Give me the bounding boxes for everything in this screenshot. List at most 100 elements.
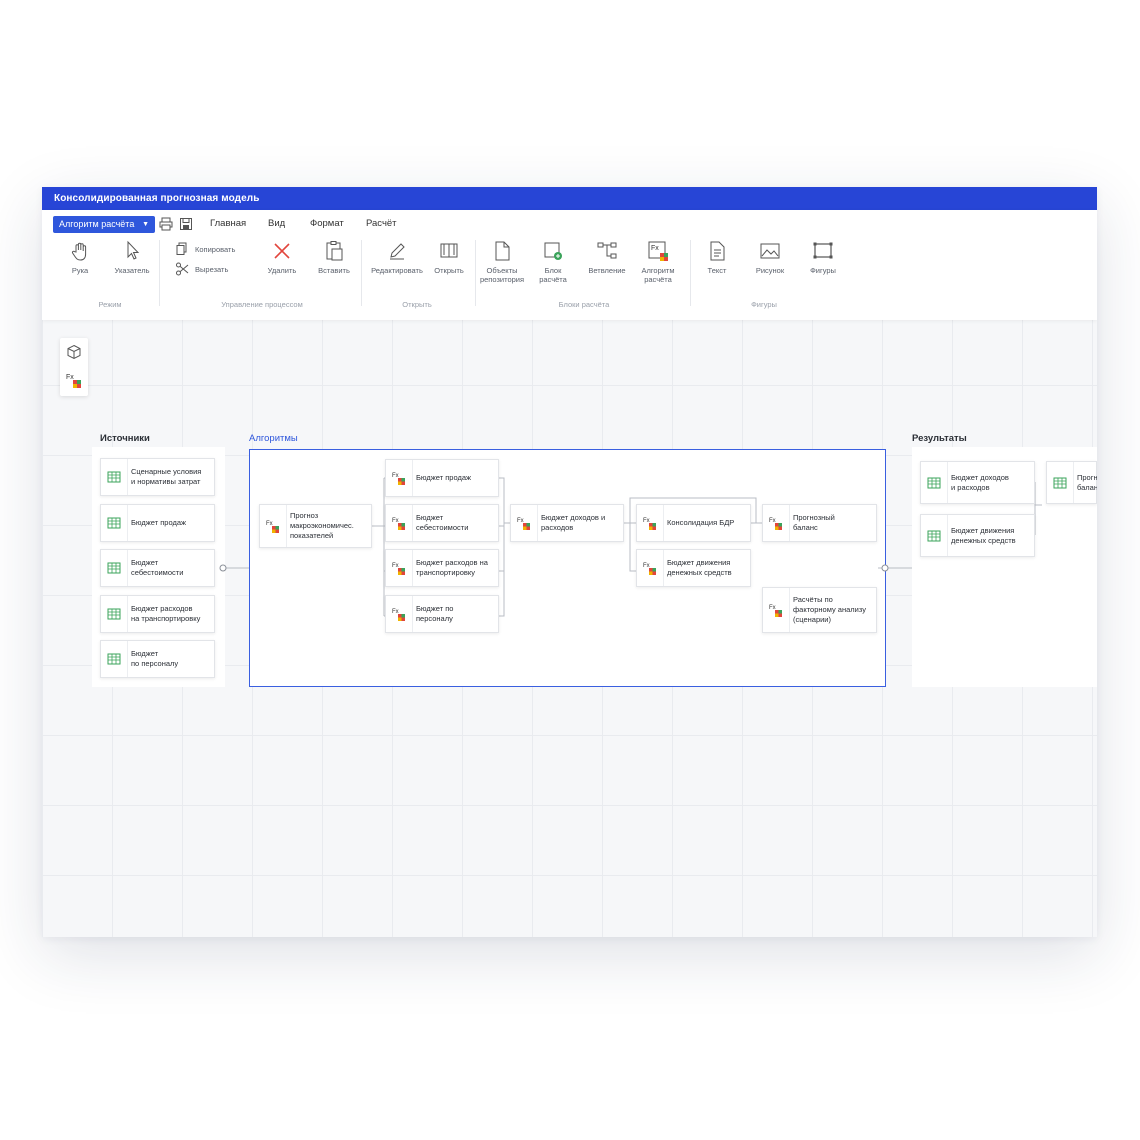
algorithm-node[interactable]: Fx Прогнозный баланс <box>762 504 877 542</box>
copy-tool[interactable]: Копировать <box>175 242 235 256</box>
branching-label: Ветвление <box>588 266 626 275</box>
group-mode-label: Режим <box>98 300 122 309</box>
group-open-label: Открыть <box>402 300 432 309</box>
algorithm-node[interactable]: Fx Консолидация БДР <box>636 504 751 542</box>
algorithm-dropdown[interactable]: Алгоритм расчёта ▼ <box>53 216 155 233</box>
cut-label: Вырезать <box>195 264 229 274</box>
menu-view[interactable]: Вид <box>268 218 285 229</box>
source-node[interactable]: Бюджет расходов на транспортировку <box>100 595 215 633</box>
node-label-line: и расходов <box>951 482 990 492</box>
cube-icon[interactable] <box>66 344 82 360</box>
source-node[interactable]: Бюджет себестоимости <box>100 549 215 587</box>
node-label: Прогноз макроэкономичес. показателей <box>290 511 367 541</box>
copy-icon <box>176 242 187 255</box>
node-label-line: Бюджет продаж <box>416 473 472 482</box>
node-label-line: Прогноз <box>290 511 319 520</box>
source-node[interactable]: Бюджет продаж <box>100 504 215 542</box>
group-shapes-label: Фигуры <box>751 300 777 309</box>
node-label: Бюджет движения денежных средств <box>667 558 746 578</box>
open-tool[interactable]: Открыть <box>419 240 479 275</box>
algorithm-node[interactable]: Fx Расчёты по факторному анализу (сценарии) <box>762 587 877 633</box>
fx-algorithm-icon: Fx <box>386 596 413 632</box>
algorithm-node[interactable]: Fx Прогноз макроэкономичес. показателей <box>259 504 372 548</box>
calc-algo-label-2: расчёта <box>644 275 672 284</box>
table-icon <box>101 550 128 586</box>
node-label-line: на транспортировку <box>131 614 201 623</box>
branch-icon <box>597 242 617 259</box>
save-icon[interactable] <box>179 217 193 231</box>
node-label: Расчёты по факторному анализу (сценарии) <box>793 595 872 625</box>
fx-algorithm-icon: Fx <box>763 505 790 541</box>
algorithm-node[interactable]: Fx Бюджет по персоналу <box>385 595 499 633</box>
algorithm-node[interactable]: Fx Бюджет продаж <box>385 459 499 497</box>
repo-objects-label-1: Объекты <box>486 266 518 275</box>
pencil-icon <box>390 243 405 260</box>
node-label-line: факторному анализу <box>793 605 866 614</box>
node-label-line: Бюджет продаж <box>131 518 187 527</box>
picture-tool[interactable]: Рисунок <box>740 240 800 275</box>
node-label: Прогн балан <box>1077 473 1097 493</box>
svg-text:Fx: Fx <box>392 563 399 569</box>
algorithms-frame[interactable] <box>249 449 886 687</box>
shapes-tool[interactable]: Фигуры <box>793 240 853 275</box>
algorithm-node[interactable]: Fx Бюджет расходов на транспортировку <box>385 549 499 587</box>
delete-tool[interactable]: Удалить <box>252 240 312 275</box>
delete-x-icon <box>274 243 290 259</box>
node-label: Бюджет по персоналу <box>131 649 210 669</box>
result-node[interactable]: Бюджет движения денежных средств <box>920 514 1035 557</box>
calc-block-tool[interactable]: Блок расчёта <box>523 240 583 284</box>
node-label-line: Бюджет доходов и <box>541 513 606 522</box>
hand-label: Рука <box>71 266 89 275</box>
cut-tool[interactable]: Вырезать <box>175 262 228 276</box>
image-icon <box>760 243 780 259</box>
paste-tool[interactable]: Вставить <box>304 240 364 275</box>
svg-text:Fx: Fx <box>392 473 399 479</box>
menu-row: Алгоритм расчёта ▼ Главная Вид Формат Ра… <box>42 216 1097 234</box>
node-label: Сценарные условия и нормативы затрат <box>131 467 210 487</box>
group-calc-blocks-label: Блоки расчёта <box>558 300 610 309</box>
svg-text:Fx: Fx <box>266 521 273 527</box>
app-window: Консолидированная прогнозная модель Алго… <box>42 187 1097 937</box>
diagram-canvas[interactable]: Fx Источники Алгоритмы Результаты Сценар… <box>42 320 1097 937</box>
algorithm-node[interactable]: Fx Бюджет движения денежных средств <box>636 549 751 587</box>
repo-objects-label-2: репозитория <box>479 275 525 284</box>
calc-algo-label-1: Алгоритм <box>641 266 675 275</box>
hand-icon <box>72 242 87 261</box>
menu-home[interactable]: Главная <box>210 218 246 229</box>
sources-title: Источники <box>100 433 150 444</box>
node-label-line: по персоналу <box>131 659 179 668</box>
node-label-line: расходов <box>541 523 574 532</box>
ribbon: Алгоритм расчёта ▼ Главная Вид Формат Ра… <box>42 210 1097 320</box>
menu-calc[interactable]: Расчёт <box>366 218 397 229</box>
algorithm-node[interactable]: Fx Бюджет себестоимости <box>385 504 499 542</box>
fx-algorithm-icon: Fx <box>637 550 664 586</box>
delete-label: Удалить <box>267 266 297 275</box>
fx-algorithm-icon: Fx <box>511 505 538 541</box>
fx-algorithm-icon: Fx <box>386 505 413 541</box>
result-node[interactable]: Бюджет доходов и расходов <box>920 461 1035 504</box>
svg-text:Fx: Fx <box>66 374 74 381</box>
hand-tool[interactable]: Рука <box>50 240 110 275</box>
node-label-line: Бюджет движения <box>667 558 731 567</box>
svg-text:Fx: Fx <box>651 245 659 252</box>
source-node[interactable]: Бюджет по персоналу <box>100 640 215 678</box>
result-node[interactable]: Прогн балан <box>1046 461 1097 504</box>
source-node[interactable]: Сценарные условия и нормативы затрат <box>100 458 215 496</box>
fx-algorithm-icon: Fx <box>637 505 664 541</box>
print-icon[interactable] <box>159 217 173 231</box>
chevron-down-icon: ▼ <box>142 221 149 228</box>
fx-algorithm-icon[interactable]: Fx <box>66 372 82 388</box>
book-open-icon <box>440 243 458 258</box>
algorithm-node[interactable]: Fx Бюджет доходов и расходов <box>510 504 624 542</box>
calc-algo-tool[interactable]: Fx Алгоритм расчёта <box>628 240 688 284</box>
table-icon <box>1047 462 1074 503</box>
node-label-line: Бюджет расходов <box>131 604 193 613</box>
text-document-icon <box>710 241 725 261</box>
menu-format[interactable]: Формат <box>310 218 344 229</box>
node-label-line: себестоимости <box>416 523 469 532</box>
calc-block-label-1: Блок <box>544 266 562 275</box>
text-tool[interactable]: Текст <box>687 240 747 275</box>
node-label: Бюджет расходов на транспортировку <box>131 604 210 624</box>
pointer-tool[interactable]: Указатель <box>102 240 162 275</box>
node-label-line: себестоимости <box>131 568 184 577</box>
